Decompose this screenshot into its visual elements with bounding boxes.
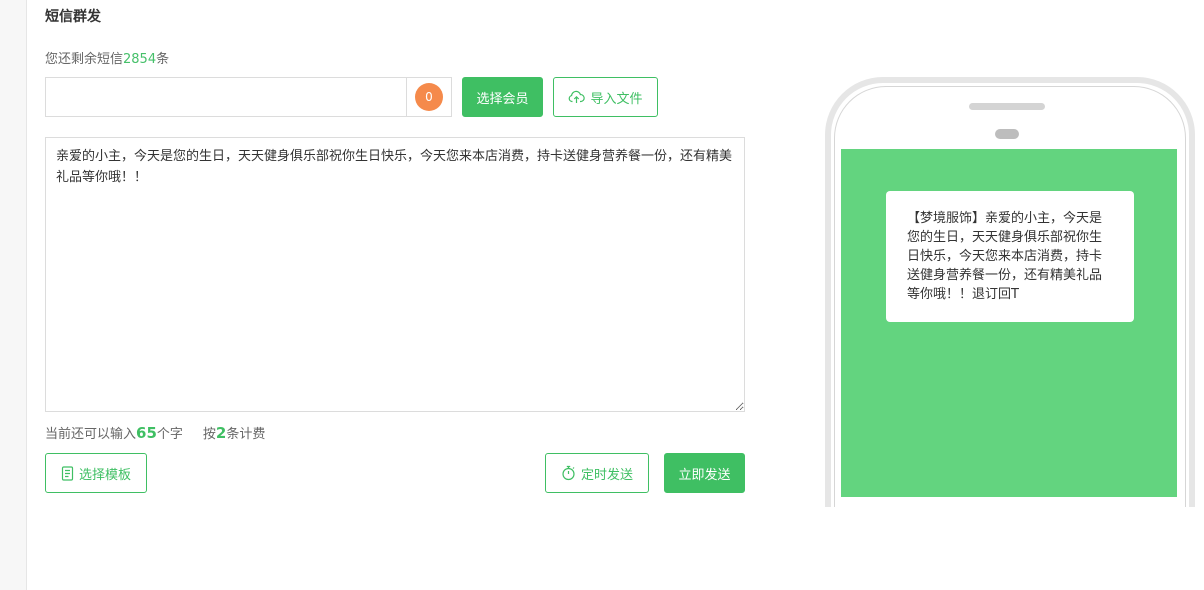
remaining-chars: 65: [136, 424, 157, 442]
import-file-label: 导入文件: [590, 91, 643, 107]
char-info: 当前还可以输入65个字 按2条计费: [45, 423, 265, 442]
cloud-upload-icon: [569, 90, 586, 103]
phone-screen: 【梦境服饰】亲爱的小主，今天是您的生日，天天健身俱乐部祝你生日快乐，今天您来本店…: [841, 149, 1177, 497]
sms-preview-bubble: 【梦境服饰】亲爱的小主，今天是您的生日，天天健身俱乐部祝你生日快乐，今天您来本店…: [886, 191, 1134, 322]
document-icon: [61, 465, 74, 481]
send-now-label: 立即发送: [678, 467, 731, 483]
recipient-count-badge: 0: [415, 83, 443, 111]
select-template-label: 选择模板: [78, 467, 131, 483]
remaining-prefix: 您还剩余短信: [45, 52, 124, 67]
phone-camera: [995, 129, 1019, 139]
billing-prefix: 按: [202, 427, 216, 442]
billing-count: 2: [215, 424, 227, 442]
timed-send-button[interactable]: 定时发送: [545, 453, 649, 493]
timed-send-label: 定时发送: [580, 467, 633, 483]
select-member-button[interactable]: 选择会员: [462, 77, 543, 117]
select-member-label: 选择会员: [476, 91, 529, 107]
import-file-button[interactable]: 导入文件: [553, 77, 658, 117]
recipient-input[interactable]: [46, 78, 407, 116]
remaining-sms: 您还剩余短信2854条: [45, 48, 169, 67]
page-title: 短信群发: [45, 9, 101, 25]
select-template-button[interactable]: 选择模板: [45, 453, 147, 493]
stopwatch-icon: [562, 465, 575, 481]
billing-suffix: 条计费: [226, 427, 266, 442]
recipient-count-wrap: 0: [406, 78, 451, 116]
remaining-suffix: 条: [156, 52, 170, 67]
send-now-button[interactable]: 立即发送: [664, 453, 745, 493]
char-info-prefix: 当前还可以输入: [45, 427, 137, 442]
chars-suffix: 个字: [156, 427, 183, 442]
remaining-count: 2854: [123, 52, 157, 67]
left-rail: [0, 0, 27, 590]
phone-preview: 【梦境服饰】亲爱的小主，今天是您的生日，天天健身俱乐部祝你生日快乐，今天您来本店…: [825, 77, 1195, 507]
message-textarea[interactable]: 亲爱的小主，今天是您的生日，天天健身俱乐部祝你生日快乐，今天您来本店消费，持卡送…: [45, 137, 745, 412]
phone-speaker: [969, 103, 1045, 110]
recipient-box: 0: [45, 77, 452, 117]
